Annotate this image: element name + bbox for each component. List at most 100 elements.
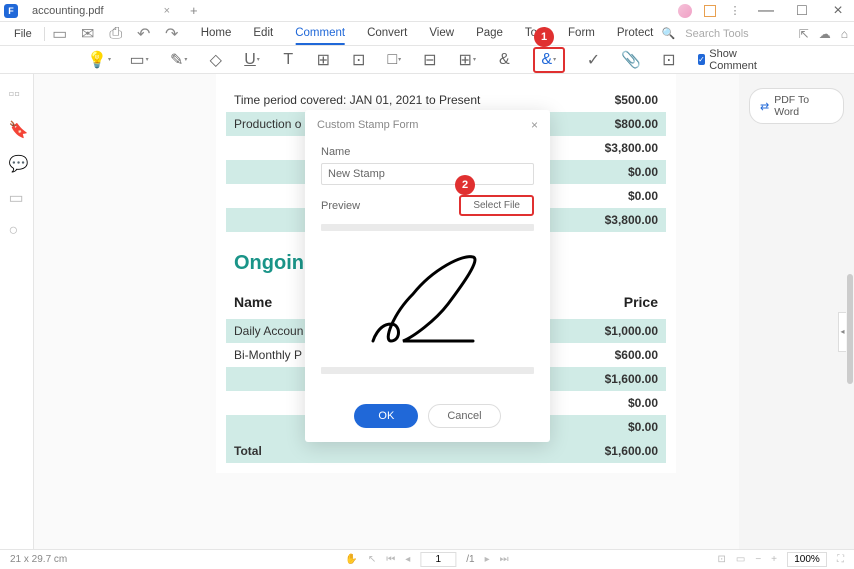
tab-comment[interactable]: Comment	[295, 23, 345, 45]
search-panel-icon[interactable]: ○	[9, 222, 25, 238]
search-icon[interactable]: 🔍	[662, 27, 676, 40]
custom-stamp-tool-highlighted[interactable]: &▾	[533, 47, 565, 73]
dialog-close-button[interactable]: ×	[531, 118, 538, 132]
left-sidebar: ▫▫ 🔖 💬 ▭ ○	[0, 74, 34, 549]
textbox-tool[interactable]: ⊞	[317, 51, 330, 69]
zoom-input[interactable]	[787, 552, 827, 567]
thumbnails-icon[interactable]: ▫▫	[9, 86, 25, 102]
table-row-total: Total$1,600.00	[226, 439, 666, 463]
divider	[44, 27, 45, 41]
zoom-out-icon[interactable]: −	[755, 554, 761, 565]
pdf-to-word-button[interactable]: PDF To Word	[749, 88, 844, 124]
document-tab-name: accounting.pdf	[32, 5, 104, 17]
header-name: Name	[234, 294, 272, 310]
tab-convert[interactable]: Convert	[367, 23, 407, 45]
pencil-tool[interactable]: ✎▾	[170, 51, 187, 69]
attach-tool[interactable]: 📎	[622, 51, 640, 69]
custom-stamp-dialog: Custom Stamp Form × Name Preview Select …	[305, 110, 550, 442]
vertical-scrollbar[interactable]	[847, 274, 853, 384]
tab-strip: accounting.pdf × +	[24, 0, 198, 21]
area-tool[interactable]: ⊞▾	[459, 51, 476, 69]
prev-page-icon[interactable]: ◂	[405, 554, 410, 565]
checkbox-checked-icon: ✓	[698, 54, 706, 65]
tab-page[interactable]: Page	[476, 23, 503, 45]
mail-icon[interactable]: ✉	[81, 27, 95, 41]
close-tab-icon[interactable]: ×	[164, 5, 170, 17]
preview-bar-bottom	[321, 367, 534, 374]
ok-button[interactable]: OK	[354, 404, 418, 428]
last-page-icon[interactable]: ⏭	[500, 554, 509, 565]
save-icon[interactable]: ▭	[53, 27, 67, 41]
tab-view[interactable]: View	[429, 23, 454, 45]
show-comment-toggle[interactable]: ✓ Show Comment	[698, 48, 764, 72]
undo-icon[interactable]: ↶	[137, 27, 151, 41]
comment-toolbar: 💡▾ ▭▾ ✎▾ ◇ U▾ T ⊞ ⊡ □▾ ⊟ ⊞▾ & &▾ ✓ 📎 ⊡ ✓…	[0, 46, 854, 74]
document-tab[interactable]: accounting.pdf ×	[24, 0, 178, 21]
callout-badge-2: 2	[455, 175, 475, 195]
add-tab-button[interactable]: +	[190, 3, 198, 18]
hide-tool[interactable]: ⊡	[662, 51, 675, 69]
stamp-tool[interactable]: ⊟	[423, 51, 436, 69]
fit-page-icon[interactable]: ▭	[736, 554, 745, 565]
bookmark-icon[interactable]: 🔖	[9, 120, 25, 136]
menubar: File ▭ ✉ ⎙ ↶ ↷ Home Edit Comment Convert…	[0, 22, 854, 46]
tab-form[interactable]: Form	[568, 23, 595, 45]
select-tool-icon[interactable]: ↖	[368, 554, 376, 565]
attachment-panel-icon[interactable]: ▭	[9, 188, 25, 204]
header-price: Price	[624, 294, 658, 310]
page-total: /1	[466, 554, 474, 565]
share-icon[interactable]: ⇱	[799, 27, 809, 41]
comment-panel-icon[interactable]: 💬	[9, 154, 25, 170]
stamp-name-input[interactable]	[321, 163, 534, 185]
app-logo: F	[4, 4, 18, 18]
titlebar: F accounting.pdf × + ⋮ — □ ×	[0, 0, 854, 22]
signature-tool[interactable]: &	[498, 51, 511, 69]
highlight-tool[interactable]: 💡▾	[90, 51, 108, 69]
search-placeholder[interactable]: Search Tools	[685, 28, 748, 40]
next-page-icon[interactable]: ▸	[485, 554, 490, 565]
preview-bar-top	[321, 224, 534, 231]
dialog-footer: OK Cancel	[305, 394, 550, 442]
zoom-in-icon[interactable]: +	[771, 554, 777, 565]
page-dimensions: 21 x 29.7 cm	[10, 554, 67, 565]
text-tool[interactable]: T	[282, 51, 295, 69]
maximize-button[interactable]: □	[790, 2, 814, 20]
callout-badge-1: 1	[534, 27, 554, 47]
cloud-icon[interactable]: ☁	[819, 27, 831, 41]
file-menu[interactable]: File	[6, 28, 40, 40]
signature-image	[363, 249, 493, 349]
tab-protect[interactable]: Protect	[617, 23, 653, 45]
show-comment-label: Show Comment	[709, 48, 764, 72]
notification-icon[interactable]	[704, 5, 716, 17]
hand-tool-icon[interactable]: ✋	[345, 554, 357, 565]
user-avatar[interactable]	[678, 4, 692, 18]
table-row: Time period covered: JAN 01, 2021 to Pre…	[226, 88, 666, 112]
minimize-button[interactable]: —	[754, 2, 778, 20]
redo-icon[interactable]: ↷	[165, 27, 179, 41]
fullscreen-icon[interactable]: ⛶	[837, 554, 844, 565]
signature-preview	[321, 239, 534, 359]
page-number-input[interactable]	[420, 552, 456, 567]
right-panel: PDF To Word	[739, 74, 854, 549]
first-page-icon[interactable]: ⏮	[386, 554, 395, 565]
dialog-header: Custom Stamp Form ×	[305, 110, 550, 140]
home-icon[interactable]: ⌂	[841, 27, 848, 41]
name-field-label: Name	[321, 146, 534, 158]
preview-label: Preview	[321, 200, 360, 212]
print-icon[interactable]: ⎙	[109, 27, 123, 41]
cancel-button[interactable]: Cancel	[428, 404, 500, 428]
shape-tool[interactable]: □▾	[387, 51, 401, 69]
close-window-button[interactable]: ×	[826, 2, 850, 20]
tab-edit[interactable]: Edit	[253, 23, 273, 45]
select-file-button[interactable]: Select File	[459, 195, 534, 216]
sign-tool[interactable]: ✓	[587, 51, 600, 69]
custom-stamp-icon: &▾	[540, 51, 558, 69]
note-tool[interactable]: ▭▾	[130, 51, 148, 69]
expand-right-rail[interactable]: ◂	[838, 312, 846, 352]
eraser-tool[interactable]: ◇	[209, 51, 222, 69]
tab-home[interactable]: Home	[201, 23, 232, 45]
underline-tool[interactable]: U▾	[244, 51, 260, 69]
callout-tool[interactable]: ⊡	[352, 51, 365, 69]
fit-width-icon[interactable]: ⊡	[717, 554, 725, 565]
kebab-menu-icon[interactable]: ⋮	[728, 4, 742, 18]
